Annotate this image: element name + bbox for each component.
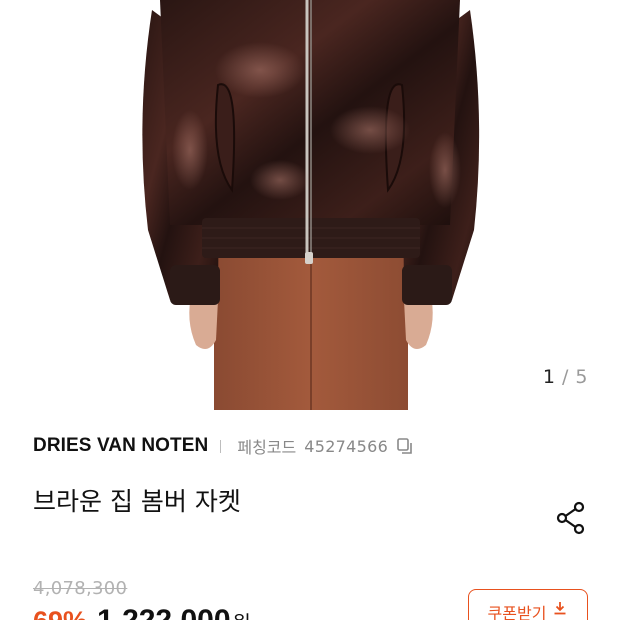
coupon-button-label: 쿠폰받기 bbox=[487, 604, 547, 620]
sale-price-row: 69% 1,222,000 원 bbox=[33, 604, 251, 620]
brand-name[interactable]: DRIES VAN NOTEN bbox=[33, 435, 208, 457]
product-image-gallery[interactable]: 1 / 5 bbox=[0, 0, 620, 410]
image-counter-separator: / bbox=[561, 366, 569, 388]
product-title: 브라운 집 봄버 자켓 bbox=[33, 487, 241, 516]
image-counter: 1 / 5 bbox=[543, 366, 588, 388]
original-price: 4,078,300 bbox=[33, 578, 128, 599]
brand-row: DRIES VAN NOTEN 페칭코드 45274566 bbox=[33, 432, 415, 460]
product-code-value: 45274566 bbox=[304, 436, 389, 456]
coupon-download-button[interactable]: 쿠폰받기 bbox=[468, 589, 588, 620]
image-counter-current: 1 bbox=[542, 366, 556, 388]
product-code-label: 페칭코드 bbox=[237, 438, 297, 457]
product-photo bbox=[142, 0, 480, 410]
copy-icon[interactable] bbox=[395, 436, 415, 456]
share-icon[interactable] bbox=[553, 500, 589, 536]
discount-rate: 69% bbox=[33, 606, 87, 620]
sale-price: 1,222,000 bbox=[97, 604, 230, 620]
brand-divider bbox=[220, 439, 222, 453]
image-counter-total: 5 bbox=[575, 366, 588, 388]
currency-unit: 원 bbox=[233, 607, 251, 620]
download-icon bbox=[552, 600, 568, 616]
